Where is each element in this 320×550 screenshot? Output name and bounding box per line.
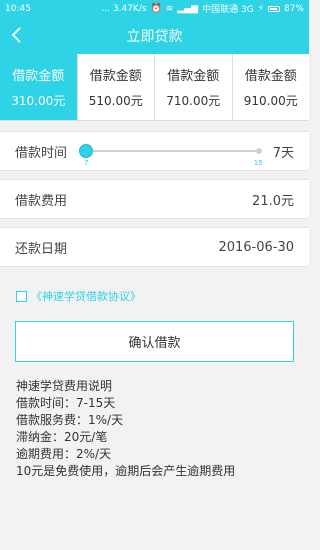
amount-label: 借款金额 <box>244 69 297 84</box>
loan-fee-row: 借款费用 21.0元 <box>0 179 309 219</box>
agreement-row: 《神速学贷借款协议》 <box>0 287 309 305</box>
loan-fee-label: 借款费用 <box>15 193 68 209</box>
repay-date-label: 还款日期 <box>15 241 68 257</box>
nav-bar: 立即贷款 <box>0 17 309 54</box>
amount-option-710[interactable]: 借款金额 710.00元 <box>155 54 233 120</box>
loan-fee-value: 21.0元 <box>252 193 294 209</box>
loan-time-value: 7天 <box>272 145 294 161</box>
charging-icon: ⚡ <box>257 3 264 14</box>
amount-value: 910.00元 <box>243 94 298 108</box>
back-arrow-icon[interactable] <box>10 26 24 44</box>
slider-knob[interactable] <box>79 144 94 158</box>
network-speed: ... 3.47K/s <box>101 3 147 14</box>
agreement-link[interactable]: 《神速学贷借款协议》 <box>31 288 141 304</box>
status-right: ... 3.47K/s ⏰ ≋ ▂▄▆ 中国联通 3G ⚡ 87% <box>101 2 304 16</box>
amount-option-910[interactable]: 借款金额 910.00元 <box>233 54 310 120</box>
battery-icon <box>267 5 280 12</box>
amount-value: 510.00元 <box>88 94 143 108</box>
loan-time-slider[interactable]: 7 15 <box>79 131 263 171</box>
status-bar: 10:45 ... 3.47K/s ⏰ ≋ ▂▄▆ 中国联通 3G ⚡ 87% <box>0 0 309 17</box>
notes-line: 滞纳金：20元/笔 <box>16 430 108 444</box>
slider-end-marker <box>255 148 262 154</box>
slider-min-tick: 7 <box>84 159 89 167</box>
alarm-icon: ⏰ <box>150 3 162 14</box>
wifi-icon: ≋ <box>165 3 174 14</box>
amount-value: 310.00元 <box>11 94 66 108</box>
fee-notes: 神速学贷费用说明 借款时间：7-15天 借款服务费：1%/天 滞纳金：20元/笔… <box>0 362 309 480</box>
slider-max-tick: 15 <box>253 159 263 167</box>
loan-time-label: 借款时间 <box>15 145 68 161</box>
slider-track <box>85 150 259 152</box>
confirm-loan-button[interactable]: 确认借款 <box>15 321 294 362</box>
battery-percent: 87% <box>283 3 304 14</box>
notes-title: 神速学贷费用说明 <box>16 379 113 393</box>
notes-line: 逾期费用：2%/天 <box>16 447 112 461</box>
status-time: 10:45 <box>5 3 31 14</box>
amount-value: 710.00元 <box>166 94 221 108</box>
repay-date-value: 2016-06-30 <box>218 239 294 255</box>
notes-line: 借款服务费：1%/天 <box>16 413 124 427</box>
agreement-checkbox[interactable] <box>16 290 27 302</box>
signal-icon: ▂▄▆ <box>177 3 199 14</box>
repay-date-row: 还款日期 2016-06-30 <box>0 227 309 267</box>
amount-option-510[interactable]: 借款金额 510.00元 <box>78 54 155 120</box>
amount-option-310[interactable]: 借款金额 310.00元 <box>0 54 78 120</box>
amount-options: 借款金额 310.00元 借款金额 510.00元 借款金额 710.00元 借… <box>0 54 309 121</box>
carrier-name: 中国联通 3G <box>202 5 254 15</box>
amount-label: 借款金额 <box>167 69 220 84</box>
amount-label: 借款金额 <box>89 69 142 84</box>
loan-time-row: 借款时间 7 15 7天 <box>0 131 309 171</box>
notes-line: 借款时间：7-15天 <box>16 396 116 410</box>
notes-line: 10元是免费使用，逾期后会产生逾期费用 <box>16 464 236 478</box>
page-title: 立即贷款 <box>126 28 183 45</box>
amount-label: 借款金额 <box>12 69 65 84</box>
